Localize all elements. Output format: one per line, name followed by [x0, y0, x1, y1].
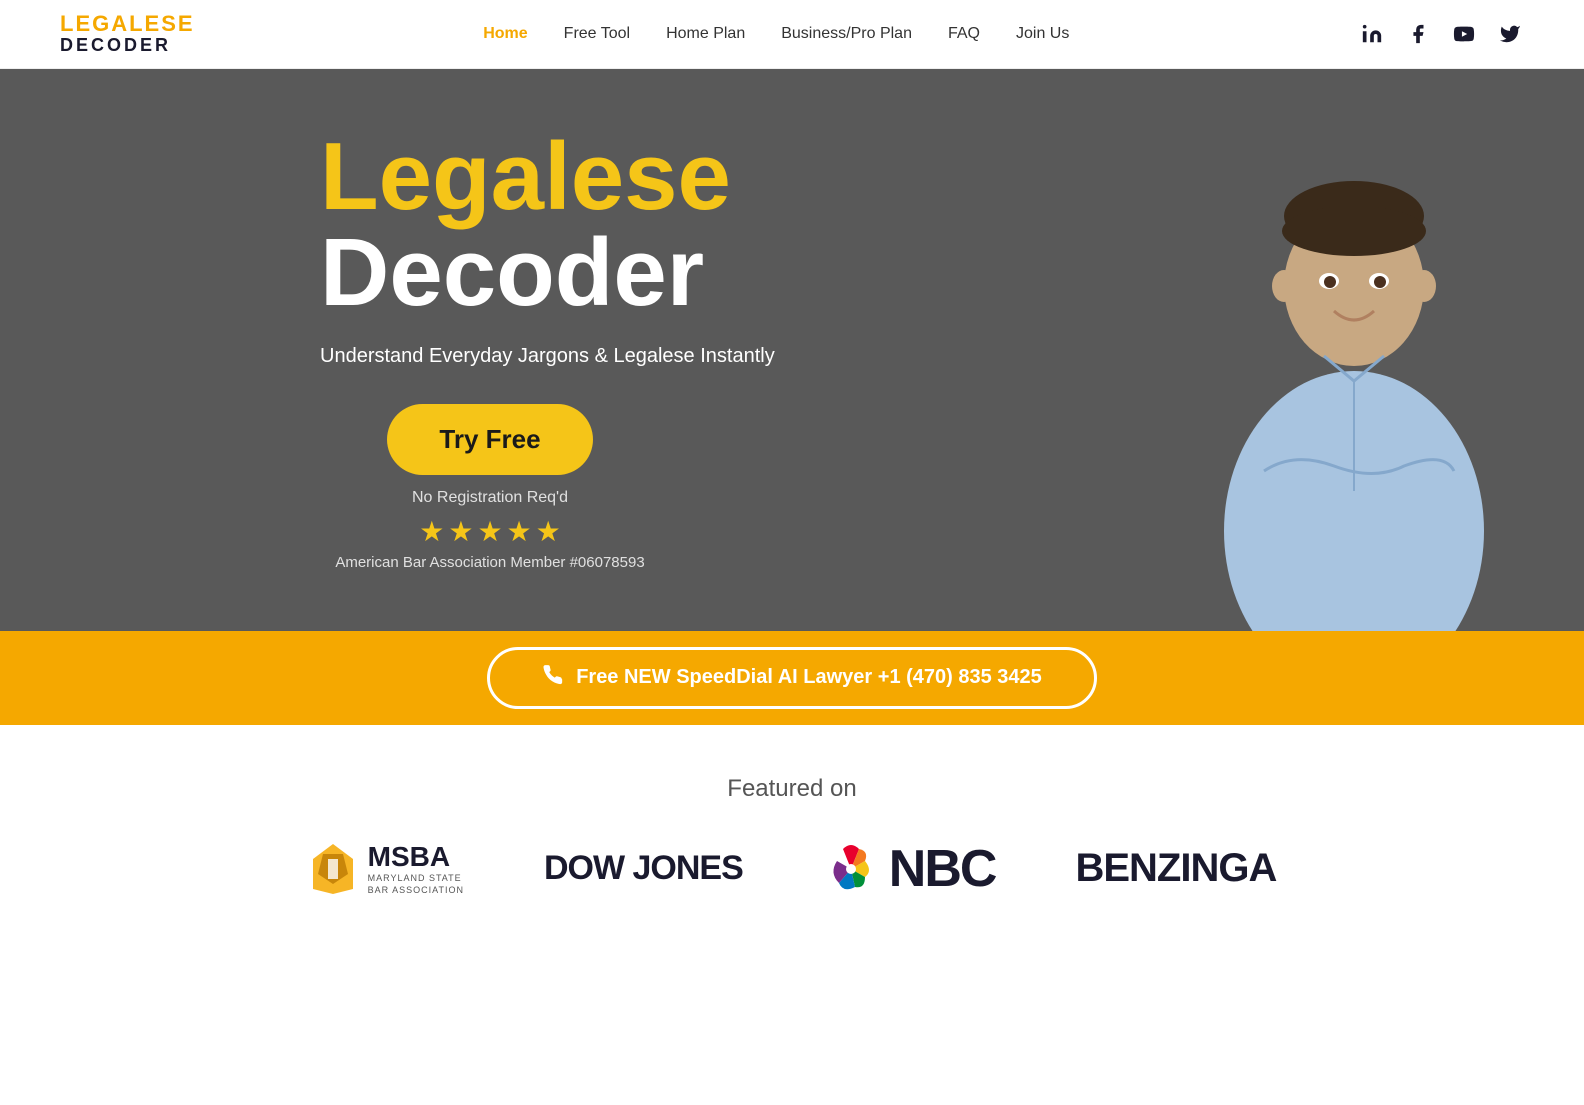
nbc-label: NBC [889, 839, 996, 899]
hero-section: Legalese Decoder Understand Everyday Jar… [0, 69, 1584, 631]
aba-membership-text: American Bar Association Member #0607859… [335, 554, 644, 571]
hero-title-legalese: Legalese [320, 129, 775, 225]
logo-legalese: LEGALESE [60, 12, 195, 36]
star-4: ★ [507, 515, 532, 548]
star-1: ★ [419, 515, 444, 548]
featured-logos: MSBA MARYLAND STATEBAR ASSOCIATION DOW J… [60, 839, 1524, 899]
nav-home-plan[interactable]: Home Plan [666, 25, 745, 43]
logo-msba: MSBA MARYLAND STATEBAR ASSOCIATION [308, 839, 464, 899]
msba-sublabel: MARYLAND STATEBAR ASSOCIATION [368, 873, 464, 896]
nav-home[interactable]: Home [483, 25, 527, 43]
phone-icon [542, 664, 564, 692]
logo-dowjones: DOW JONES [544, 849, 743, 888]
featured-title: Featured on [60, 775, 1524, 803]
nav-join-us[interactable]: Join Us [1016, 25, 1069, 43]
nav-free-tool[interactable]: Free Tool [564, 25, 630, 43]
no-registration-text: No Registration Req'd [412, 489, 568, 507]
star-2: ★ [448, 515, 473, 548]
twitter-icon[interactable] [1496, 20, 1524, 48]
linkedin-icon[interactable] [1358, 20, 1386, 48]
facebook-icon[interactable] [1404, 20, 1432, 48]
hero-content: Legalese Decoder Understand Everyday Jar… [0, 69, 775, 631]
main-nav: Home Free Tool Home Plan Business/Pro Pl… [483, 25, 1069, 43]
featured-section: Featured on MSBA MARYLAND STATEBAR ASSOC… [0, 725, 1584, 939]
star-3: ★ [477, 515, 502, 548]
hero-person-image [1184, 111, 1524, 631]
speed-dial-text: Free NEW SpeedDial AI Lawyer +1 (470) 83… [576, 666, 1042, 689]
speed-dial-button[interactable]: Free NEW SpeedDial AI Lawyer +1 (470) 83… [487, 647, 1097, 709]
logo-benzinga: BENZINGA [1075, 846, 1276, 891]
star-rating: ★ ★ ★ ★ ★ [419, 515, 561, 548]
youtube-icon[interactable] [1450, 20, 1478, 48]
nav-business-pro-plan[interactable]: Business/Pro Plan [781, 25, 912, 43]
hero-title-decoder: Decoder [320, 225, 775, 321]
try-free-button[interactable]: Try Free [387, 404, 592, 475]
social-icons [1358, 20, 1524, 48]
logo-nbc: NBC [823, 839, 996, 899]
speed-dial-banner: Free NEW SpeedDial AI Lawyer +1 (470) 83… [0, 631, 1584, 725]
hero-subtitle: Understand Everyday Jargons & Legalese I… [320, 345, 775, 368]
msba-label: MSBA [368, 841, 464, 873]
header: LEGALESE DECODER Home Free Tool Home Pla… [0, 0, 1584, 69]
nav-faq[interactable]: FAQ [948, 25, 980, 43]
logo[interactable]: LEGALESE DECODER [60, 12, 195, 56]
logo-decoder: DECODER [60, 36, 195, 56]
star-5-half: ★ [536, 515, 561, 548]
